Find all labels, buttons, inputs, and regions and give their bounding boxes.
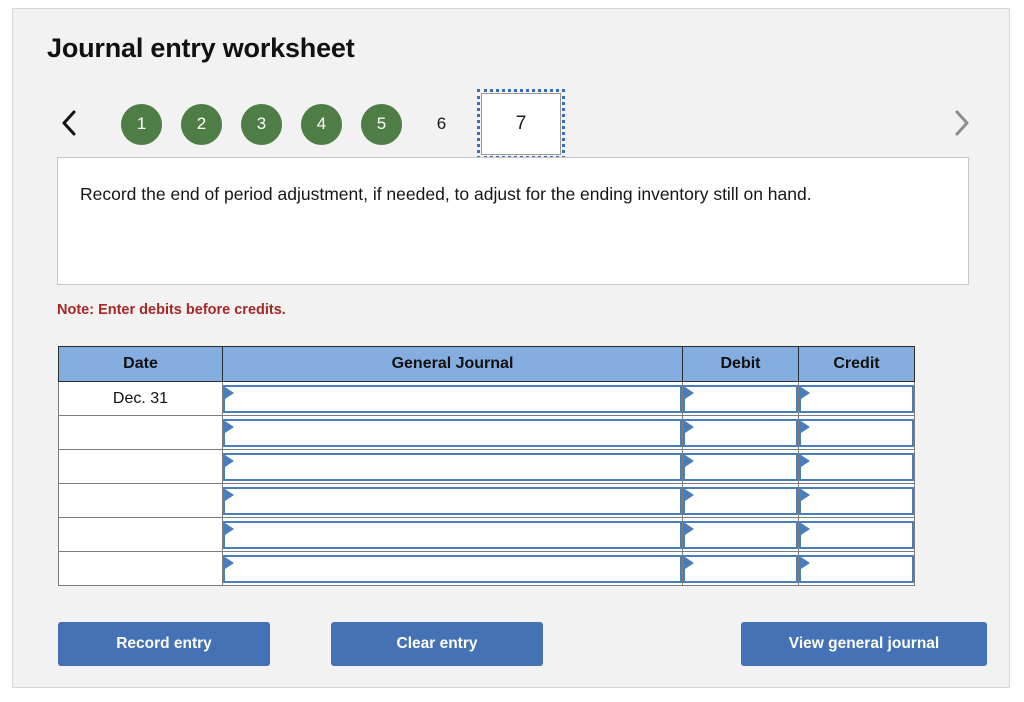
debit-input-cell	[682, 517, 799, 552]
column-header-debit: Debit	[682, 346, 799, 382]
cell-marker-triangle-icon	[685, 488, 694, 501]
date-cell[interactable]	[58, 551, 223, 586]
debit-input[interactable]	[683, 452, 798, 481]
cell-marker-triangle-icon	[685, 556, 694, 569]
table-row	[58, 483, 915, 518]
cell-marker-triangle-icon	[225, 454, 234, 467]
credit-input-cell	[798, 415, 915, 450]
chevron-left-icon[interactable]	[52, 101, 86, 145]
general-journal-input[interactable]	[223, 486, 682, 515]
credit-input-cell	[798, 551, 915, 586]
debit-input-cell	[682, 551, 799, 586]
step-5[interactable]: 5	[361, 103, 402, 145]
step-4[interactable]: 4	[301, 103, 342, 145]
credit-input-cell	[798, 483, 915, 518]
debit-input[interactable]	[683, 554, 798, 583]
cell-marker-triangle-icon	[685, 420, 694, 433]
date-cell[interactable]	[58, 415, 223, 450]
debit-input-cell	[682, 483, 799, 518]
general-journal-input-cell	[222, 517, 683, 552]
general-journal-input[interactable]	[223, 418, 682, 447]
view-general-journal-button[interactable]: View general journal	[741, 622, 987, 666]
worksheet-panel: Journal entry worksheet 1234567 Record t…	[12, 8, 1010, 688]
date-cell[interactable]: Dec. 31	[58, 381, 223, 416]
column-header-general-journal: General Journal	[222, 346, 683, 382]
journal-entry-table: Date General Journal Debit Credit Dec. 3…	[58, 346, 915, 586]
cell-marker-triangle-icon	[801, 454, 810, 467]
date-cell[interactable]	[58, 483, 223, 518]
step-7[interactable]: 7	[477, 89, 565, 159]
table-row	[58, 449, 915, 484]
debit-input-cell	[682, 449, 799, 484]
date-cell[interactable]	[58, 449, 223, 484]
general-journal-input[interactable]	[223, 520, 682, 549]
debits-before-credits-note: Note: Enter debits before credits.	[57, 302, 286, 318]
step-list: 1234567	[121, 89, 565, 159]
credit-input[interactable]	[799, 486, 914, 515]
step-6[interactable]: 6	[421, 104, 462, 145]
step-navigation: 1234567	[43, 89, 983, 159]
cell-marker-triangle-icon	[801, 556, 810, 569]
prompt-box: Record the end of period adjustment, if …	[57, 157, 969, 285]
credit-input-cell	[798, 517, 915, 552]
cell-marker-triangle-icon	[685, 522, 694, 535]
debit-input[interactable]	[683, 486, 798, 515]
general-journal-input-cell	[222, 551, 683, 586]
cell-marker-triangle-icon	[801, 386, 810, 399]
prompt-text: Record the end of period adjustment, if …	[80, 184, 812, 204]
general-journal-input-cell	[222, 381, 683, 416]
record-entry-button[interactable]: Record entry	[58, 622, 270, 666]
credit-input[interactable]	[799, 520, 914, 549]
credit-input-cell	[798, 449, 915, 484]
general-journal-input[interactable]	[223, 452, 682, 481]
debit-input[interactable]	[683, 520, 798, 549]
cell-marker-triangle-icon	[801, 522, 810, 535]
column-header-credit: Credit	[798, 346, 915, 382]
table-row	[58, 415, 915, 450]
cell-marker-triangle-icon	[685, 386, 694, 399]
step-1[interactable]: 1	[121, 103, 162, 145]
general-journal-input-cell	[222, 483, 683, 518]
page-title: Journal entry worksheet	[47, 33, 355, 63]
cell-marker-triangle-icon	[225, 556, 234, 569]
credit-input[interactable]	[799, 418, 914, 447]
general-journal-input[interactable]	[223, 384, 682, 413]
step-2[interactable]: 2	[181, 103, 222, 145]
general-journal-input-cell	[222, 449, 683, 484]
cell-marker-triangle-icon	[225, 386, 234, 399]
cell-marker-triangle-icon	[801, 488, 810, 501]
table-row: Dec. 31	[58, 381, 915, 416]
debit-input-cell	[682, 415, 799, 450]
table-row	[58, 517, 915, 552]
general-journal-input[interactable]	[223, 554, 682, 583]
column-header-date: Date	[58, 346, 223, 382]
cell-marker-triangle-icon	[225, 488, 234, 501]
table-header-row: Date General Journal Debit Credit	[58, 346, 915, 382]
credit-input[interactable]	[799, 384, 914, 413]
table-row	[58, 551, 915, 586]
debit-input-cell	[682, 381, 799, 416]
cell-marker-triangle-icon	[225, 420, 234, 433]
debit-input[interactable]	[683, 384, 798, 413]
credit-input-cell	[798, 381, 915, 416]
credit-input[interactable]	[799, 452, 914, 481]
cell-marker-triangle-icon	[685, 454, 694, 467]
credit-input[interactable]	[799, 554, 914, 583]
clear-entry-button[interactable]: Clear entry	[331, 622, 543, 666]
date-cell[interactable]	[58, 517, 223, 552]
cell-marker-triangle-icon	[801, 420, 810, 433]
step-3[interactable]: 3	[241, 103, 282, 145]
cell-marker-triangle-icon	[225, 522, 234, 535]
chevron-right-icon[interactable]	[944, 101, 978, 145]
debit-input[interactable]	[683, 418, 798, 447]
general-journal-input-cell	[222, 415, 683, 450]
